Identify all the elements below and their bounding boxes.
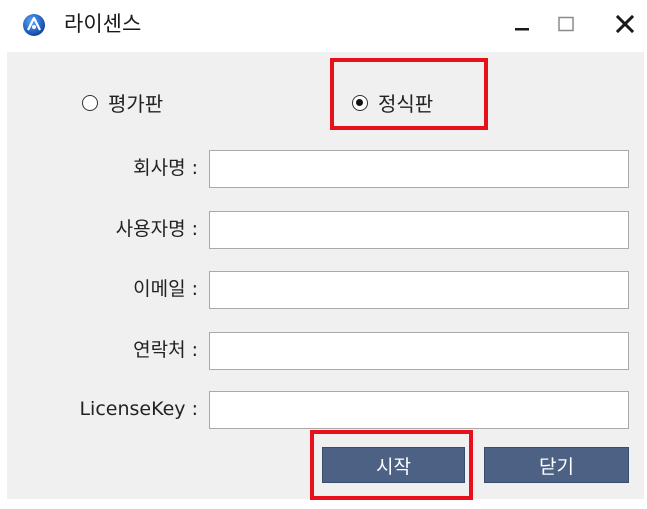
window-title: 라이센스 bbox=[64, 12, 142, 36]
radio-trial-button[interactable] bbox=[82, 94, 98, 111]
minimize-icon bbox=[515, 28, 529, 31]
close-window-button[interactable] bbox=[605, 6, 645, 42]
email-label: 이메일 : bbox=[133, 278, 198, 300]
radio-trial[interactable]: 평가판 bbox=[82, 88, 163, 117]
contact-label: 연락처 : bbox=[133, 339, 198, 361]
title-bar[interactable]: 라이센스 bbox=[0, 0, 647, 50]
minimize-button[interactable] bbox=[502, 6, 542, 42]
user-name-label: 사용자명 : bbox=[115, 218, 198, 240]
radio-full[interactable]: 정식판 bbox=[352, 88, 433, 117]
company-name-label: 회사명 : bbox=[133, 157, 198, 179]
maximize-button[interactable] bbox=[546, 6, 586, 42]
start-button[interactable]: 시작 bbox=[322, 447, 465, 483]
user-name-input[interactable] bbox=[209, 211, 629, 249]
radio-full-button[interactable] bbox=[352, 94, 368, 111]
email-input[interactable] bbox=[209, 271, 629, 309]
license-key-label: LicenseKey : bbox=[79, 398, 198, 420]
license-dialog: 라이센스 평가판 정식판 회사명 : 사용자명 : 이메일 : 연락처: Li… bbox=[0, 0, 647, 509]
company-name-input[interactable] bbox=[209, 150, 629, 188]
maximize-icon bbox=[558, 16, 574, 32]
contact-input[interactable] bbox=[209, 332, 629, 370]
close-button[interactable]: 닫기 bbox=[484, 447, 629, 483]
close-icon bbox=[615, 14, 635, 34]
license-key-input[interactable] bbox=[209, 391, 629, 429]
radio-full-label: 정식판 bbox=[378, 92, 434, 116]
radio-trial-label: 평가판 bbox=[108, 92, 164, 116]
app-logo-icon bbox=[23, 14, 45, 36]
